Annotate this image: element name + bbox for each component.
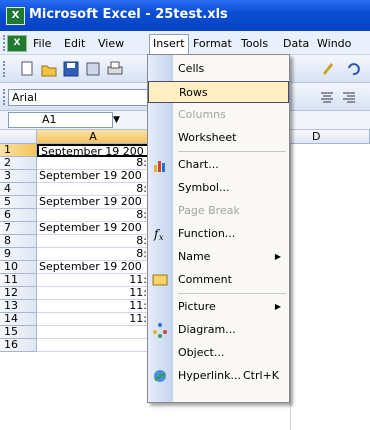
cell[interactable]: 11: bbox=[37, 287, 150, 300]
menu-item-function[interactable]: f x Function... bbox=[148, 223, 289, 245]
menu-item-label: Rows bbox=[179, 86, 208, 99]
svg-text:x: x bbox=[159, 233, 164, 242]
column-header-a[interactable]: A bbox=[37, 130, 150, 144]
align-right-icon[interactable] bbox=[340, 88, 358, 106]
menu-bar: X File Edit View Insert Format Tools Dat… bbox=[0, 31, 370, 56]
cell[interactable]: 8: bbox=[37, 248, 150, 261]
cell[interactable] bbox=[37, 339, 150, 352]
cell[interactable]: 8: bbox=[37, 183, 150, 196]
undo-icon[interactable] bbox=[344, 60, 362, 78]
title-bar: X Microsoft Excel - 25test.xls bbox=[0, 0, 370, 31]
menu-item-label: Cells bbox=[178, 62, 205, 75]
menu-item-shortcut: Ctrl+K bbox=[243, 369, 280, 382]
menu-file[interactable]: File bbox=[30, 35, 54, 52]
comment-icon bbox=[152, 272, 168, 288]
active-cell[interactable]: September 19 200 bbox=[37, 144, 150, 157]
menu-edit[interactable]: Edit bbox=[61, 35, 88, 52]
menu-item-hyperlink[interactable]: Hyperlink... Ctrl+K bbox=[148, 365, 289, 387]
menu-item-label: Diagram... bbox=[178, 323, 236, 336]
column-header-d[interactable]: D bbox=[290, 130, 370, 144]
menu-item-label: Picture bbox=[178, 300, 216, 313]
menu-view[interactable]: View bbox=[95, 35, 127, 52]
menu-item-rows[interactable]: Rows bbox=[148, 81, 289, 103]
menu-item-label: Columns bbox=[178, 108, 226, 121]
menu-item-chart[interactable]: Chart... bbox=[148, 154, 289, 176]
function-icon: fx bbox=[152, 226, 168, 242]
menu-item-label: Name bbox=[178, 250, 211, 263]
menu-item-page-break[interactable]: Page Break bbox=[148, 200, 289, 222]
insert-menu: Cells Rows Columns Worksheet Chart... Symbol.… bbox=[147, 54, 290, 403]
cell[interactable]: September 19 200 bbox=[37, 222, 150, 235]
cell[interactable]: 11: bbox=[37, 300, 150, 313]
print-icon[interactable] bbox=[106, 60, 124, 78]
cell[interactable]: 11: bbox=[37, 313, 150, 326]
excel-app-icon: X bbox=[6, 7, 25, 25]
font-name-select[interactable]: Arial bbox=[8, 89, 148, 106]
menu-item-picture[interactable]: Picture ▶ bbox=[148, 296, 289, 318]
cell[interactable]: 11: bbox=[37, 274, 150, 287]
cell[interactable]: 8: bbox=[37, 157, 150, 170]
menu-item-worksheet[interactable]: Worksheet bbox=[148, 127, 289, 149]
menu-separator bbox=[178, 151, 286, 152]
hyperlink-icon bbox=[152, 368, 168, 384]
new-icon[interactable] bbox=[18, 60, 36, 78]
row-header[interactable]: 16 bbox=[0, 339, 37, 352]
diagram-icon bbox=[152, 322, 168, 338]
window-title: Microsoft Excel - 25test.xls bbox=[29, 7, 228, 22]
save-icon[interactable] bbox=[62, 60, 80, 78]
menu-item-object[interactable]: Object... bbox=[148, 342, 289, 364]
menu-item-label: Comment bbox=[178, 273, 232, 286]
align-center-icon[interactable] bbox=[318, 88, 336, 106]
name-box-dropdown-icon[interactable]: ▼ bbox=[113, 115, 120, 125]
permission-icon[interactable] bbox=[84, 60, 102, 78]
menu-window[interactable]: Windo bbox=[314, 35, 354, 52]
menu-item-label: Symbol... bbox=[178, 181, 230, 194]
cell[interactable]: September 19 200 bbox=[37, 196, 150, 209]
menu-item-label: Worksheet bbox=[178, 131, 237, 144]
menu-item-columns[interactable]: Columns bbox=[148, 104, 289, 126]
open-icon[interactable] bbox=[40, 60, 58, 78]
menu-item-label: Object... bbox=[178, 346, 225, 359]
chart-icon bbox=[152, 157, 168, 173]
menu-data[interactable]: Data bbox=[280, 35, 312, 52]
menu-item-name[interactable]: Name ▶ bbox=[148, 246, 289, 268]
select-all-corner[interactable] bbox=[0, 130, 37, 144]
menu-insert[interactable]: Insert bbox=[149, 34, 189, 56]
submenu-arrow-icon: ▶ bbox=[274, 302, 281, 311]
menu-item-label: Chart... bbox=[178, 158, 219, 171]
menu-item-label: Function... bbox=[178, 227, 236, 240]
menu-item-symbol[interactable]: Symbol... bbox=[148, 177, 289, 199]
submenu-arrow-icon: ▶ bbox=[274, 252, 281, 261]
menu-item-label: Hyperlink... bbox=[178, 369, 241, 382]
format-painter-icon[interactable] bbox=[320, 60, 338, 78]
menu-item-comment[interactable]: Comment bbox=[148, 269, 289, 291]
menu-item-label: Page Break bbox=[178, 204, 240, 217]
cell[interactable] bbox=[37, 326, 150, 339]
cell[interactable]: September 19 200 bbox=[37, 261, 150, 274]
cell[interactable]: 8: bbox=[37, 235, 150, 248]
menu-separator bbox=[178, 293, 286, 294]
menu-item-cells[interactable]: Cells bbox=[148, 58, 289, 80]
menu-format[interactable]: Format bbox=[190, 35, 235, 52]
cell[interactable]: September 19 200 bbox=[37, 170, 150, 183]
document-icon[interactable]: X bbox=[7, 35, 27, 52]
menu-tools[interactable]: Tools bbox=[238, 35, 271, 52]
name-box[interactable]: A1 bbox=[8, 112, 113, 128]
menu-item-diagram[interactable]: Diagram... bbox=[148, 319, 289, 341]
toolbar-grip bbox=[3, 61, 5, 77]
toolbar-grip bbox=[3, 89, 5, 105]
cell[interactable]: 8: bbox=[37, 209, 150, 222]
column-divider bbox=[290, 144, 291, 430]
